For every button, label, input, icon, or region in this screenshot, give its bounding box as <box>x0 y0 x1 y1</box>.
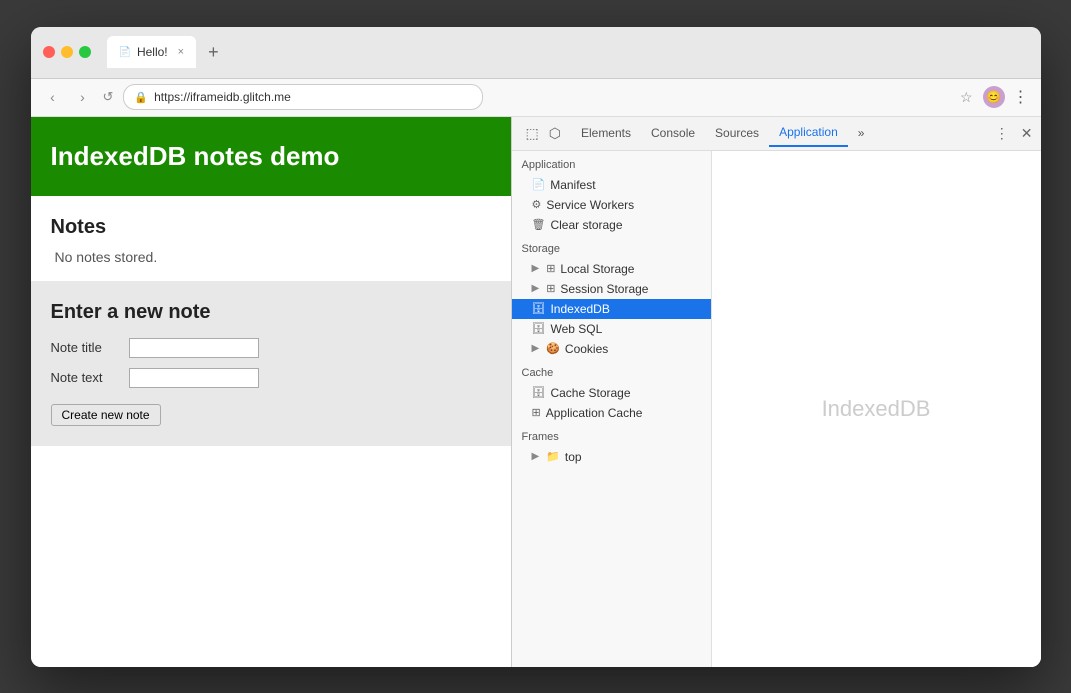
enter-note-heading: Enter a new note <box>51 301 491 324</box>
url-bar[interactable]: 🔒 https://iframeidb.glitch.me <box>123 84 483 110</box>
no-notes-text: No notes stored. <box>51 249 491 265</box>
local-storage-arrow-icon: ▶ <box>532 263 540 274</box>
notes-section: Notes No notes stored. <box>51 216 491 265</box>
sidebar-item-top-frame[interactable]: ▶ 📁 top <box>512 447 711 467</box>
address-bar: ‹ › ↺ 🔒 https://iframeidb.glitch.me ☆ 😊 … <box>31 79 1041 117</box>
tab-sources[interactable]: Sources <box>705 120 769 146</box>
lock-icon: 🔒 <box>134 91 148 104</box>
sidebar-item-application-cache[interactable]: ⊞ Application Cache <box>512 403 711 423</box>
forward-button[interactable]: › <box>73 89 93 105</box>
user-avatar[interactable]: 😊 <box>983 86 1005 108</box>
application-section-header: Application <box>512 151 711 175</box>
inspect-element-icon[interactable]: ⬚ <box>522 123 543 144</box>
devtools-main-panel: IndexedDB <box>712 151 1041 667</box>
refresh-button[interactable]: ↺ <box>103 89 114 105</box>
application-cache-icon: ⊞ <box>532 406 541 419</box>
sidebar-item-session-storage[interactable]: ▶ ⊞ Session Storage <box>512 279 711 299</box>
note-text-row: Note text <box>51 368 491 388</box>
devtools-panel: ⬚ ⬡ Elements Console Sources Application… <box>511 117 1041 667</box>
devtools-close-icon[interactable]: ✕ <box>1017 123 1037 144</box>
devtools-sidebar: Application 📄 Manifest ⚙ Service Workers… <box>512 151 712 667</box>
new-tab-button[interactable]: + <box>200 38 227 67</box>
devtools-options-icon[interactable]: ⋮ <box>991 123 1013 144</box>
frames-section-header: Frames <box>512 423 711 447</box>
top-frame-label: top <box>565 450 582 464</box>
cookies-icon: 🍪 <box>546 342 560 355</box>
service-workers-label: Service Workers <box>546 198 634 212</box>
note-title-input[interactable] <box>129 338 259 358</box>
tab-console[interactable]: Console <box>641 120 705 146</box>
application-cache-label: Application Cache <box>546 406 643 420</box>
back-button[interactable]: ‹ <box>43 89 63 105</box>
tab-title: Hello! <box>137 45 168 59</box>
clear-storage-icon: 🗑 <box>532 218 546 231</box>
cache-storage-label: Cache Storage <box>550 386 630 400</box>
page-content: IndexedDB notes demo Notes No notes stor… <box>31 117 511 667</box>
sidebar-item-cache-storage[interactable]: 🗄 Cache Storage <box>512 383 711 403</box>
enter-note-section: Enter a new note Note title Note text Cr… <box>31 281 511 446</box>
cookies-arrow-icon: ▶ <box>532 343 540 354</box>
tab-elements[interactable]: Elements <box>571 120 641 146</box>
tab-favicon-icon: 📄 <box>119 47 131 58</box>
notes-heading: Notes <box>51 216 491 239</box>
url-text: https://iframeidb.glitch.me <box>154 90 291 104</box>
local-storage-label: Local Storage <box>560 262 634 276</box>
sidebar-item-local-storage[interactable]: ▶ ⊞ Local Storage <box>512 259 711 279</box>
sidebar-item-service-workers[interactable]: ⚙ Service Workers <box>512 195 711 215</box>
traffic-lights <box>43 46 91 58</box>
content-area: IndexedDB notes demo Notes No notes stor… <box>31 117 1041 667</box>
device-toolbar-icon[interactable]: ⬡ <box>545 123 565 144</box>
service-workers-icon: ⚙ <box>532 198 542 211</box>
manifest-icon: 📄 <box>532 178 546 191</box>
web-sql-label: Web SQL <box>550 322 602 336</box>
title-bar: 📄 Hello! × + <box>31 27 1041 79</box>
close-button[interactable] <box>43 46 55 58</box>
devtools-main-label: IndexedDB <box>822 396 931 422</box>
create-note-button[interactable]: Create new note <box>51 404 161 426</box>
local-storage-icon: ⊞ <box>546 262 555 275</box>
session-storage-label: Session Storage <box>560 282 648 296</box>
note-text-label: Note text <box>51 370 121 385</box>
bookmark-icon[interactable]: ☆ <box>960 89 973 106</box>
devtools-actions: ⋮ ✕ <box>991 123 1037 144</box>
sidebar-item-clear-storage[interactable]: 🗑 Clear storage <box>512 215 711 235</box>
devtools-body: Application 📄 Manifest ⚙ Service Workers… <box>512 151 1041 667</box>
page-main-title: IndexedDB notes demo <box>51 141 491 172</box>
browser-tab[interactable]: 📄 Hello! × <box>107 36 197 68</box>
storage-section-header: Storage <box>512 235 711 259</box>
devtools-top-icons: ⬚ ⬡ <box>516 123 571 144</box>
note-title-row: Note title <box>51 338 491 358</box>
browser-actions: 😊 ⋮ <box>983 86 1029 108</box>
session-storage-arrow-icon: ▶ <box>532 283 540 294</box>
maximize-button[interactable] <box>79 46 91 58</box>
devtools-tab-bar: ⬚ ⬡ Elements Console Sources Application… <box>512 117 1041 151</box>
session-storage-icon: ⊞ <box>546 282 555 295</box>
note-text-input[interactable] <box>129 368 259 388</box>
page-header: IndexedDB notes demo <box>31 117 511 196</box>
cache-storage-icon: 🗄 <box>532 386 546 399</box>
web-sql-icon: 🗄 <box>532 322 546 335</box>
tab-bar: 📄 Hello! × + <box>107 36 1029 68</box>
tab-close-icon[interactable]: × <box>178 46 184 58</box>
top-frame-arrow-icon: ▶ <box>532 451 540 462</box>
cache-section-header: Cache <box>512 359 711 383</box>
manifest-label: Manifest <box>550 178 595 192</box>
note-title-label: Note title <box>51 340 121 355</box>
sidebar-item-indexeddb[interactable]: 🗄 IndexedDB <box>512 299 711 319</box>
sidebar-item-web-sql[interactable]: 🗄 Web SQL <box>512 319 711 339</box>
browser-menu-icon[interactable]: ⋮ <box>1013 87 1029 107</box>
tab-application[interactable]: Application <box>769 119 848 147</box>
browser-window: 📄 Hello! × + ‹ › ↺ 🔒 https://iframeidb.g… <box>31 27 1041 667</box>
sidebar-item-manifest[interactable]: 📄 Manifest <box>512 175 711 195</box>
sidebar-item-cookies[interactable]: ▶ 🍪 Cookies <box>512 339 711 359</box>
indexeddb-icon: 🗄 <box>532 302 546 315</box>
page-body: Notes No notes stored. Enter a new note … <box>31 196 511 466</box>
clear-storage-label: Clear storage <box>550 218 622 232</box>
cookies-label: Cookies <box>565 342 608 356</box>
top-frame-icon: 📁 <box>546 450 560 463</box>
tab-more[interactable]: » <box>848 120 875 146</box>
indexeddb-label: IndexedDB <box>550 302 609 316</box>
minimize-button[interactable] <box>61 46 73 58</box>
